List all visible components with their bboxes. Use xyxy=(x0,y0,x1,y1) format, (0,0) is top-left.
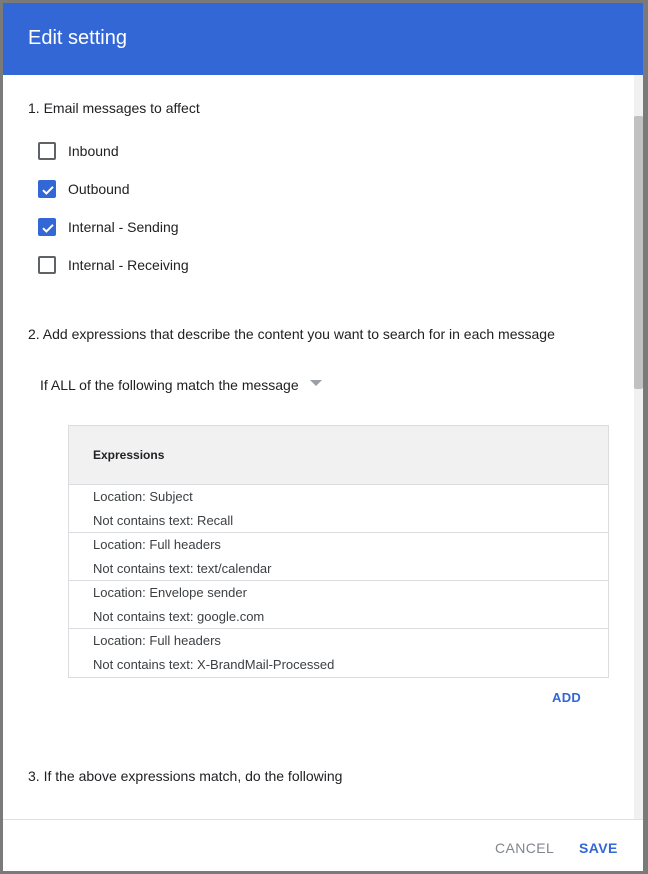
checkbox-box[interactable] xyxy=(38,142,56,160)
check-icon xyxy=(42,186,54,195)
check-icon xyxy=(42,224,54,233)
dialog-content[interactable]: 1. Email messages to affect Inbound Outb… xyxy=(3,75,643,819)
checkbox-label: Internal - Sending xyxy=(68,219,179,235)
cancel-button[interactable]: CANCEL xyxy=(495,840,554,856)
checkbox-inbound[interactable]: Inbound xyxy=(38,140,119,162)
dialog-header: Edit setting xyxy=(3,3,643,75)
expression-condition: Not contains text: google.com xyxy=(93,609,265,624)
match-condition-value: If ALL of the following match the messag… xyxy=(40,377,299,393)
expression-condition: Not contains text: text/calendar xyxy=(93,561,272,576)
table-row[interactable]: Location: Full headers Not contains text… xyxy=(69,629,608,677)
section-actions-label: 3. If the above expressions match, do th… xyxy=(28,768,343,784)
checkbox-outbound[interactable]: Outbound xyxy=(38,178,130,200)
save-button[interactable]: SAVE xyxy=(579,840,618,856)
checkbox-internal-receiving[interactable]: Internal - Receiving xyxy=(38,254,189,276)
table-row[interactable]: Location: Full headers Not contains text… xyxy=(69,533,608,581)
table-row[interactable]: Location: Subject Not contains text: Rec… xyxy=(69,485,608,533)
expression-location: Location: Full headers xyxy=(93,633,221,648)
dialog-footer: CANCEL SAVE xyxy=(3,819,643,871)
match-condition-dropdown[interactable]: If ALL of the following match the messag… xyxy=(40,375,322,395)
dialog-title: Edit setting xyxy=(28,27,127,49)
checkbox-label: Outbound xyxy=(68,181,130,197)
section-email-messages-label: 1. Email messages to affect xyxy=(28,100,200,116)
checkbox-label: Inbound xyxy=(68,143,119,159)
section-expressions-label: 2. Add expressions that describe the con… xyxy=(28,326,555,342)
checkbox-box[interactable] xyxy=(38,256,56,274)
edit-setting-dialog: Edit setting 1. Email messages to affect… xyxy=(3,3,643,871)
checkbox-box[interactable] xyxy=(38,218,56,236)
expressions-table: Expressions Location: Subject Not contai… xyxy=(68,425,609,678)
scrollbar-thumb[interactable] xyxy=(634,116,643,389)
checkbox-box[interactable] xyxy=(38,180,56,198)
expressions-table-header: Expressions xyxy=(69,426,608,485)
expression-location: Location: Full headers xyxy=(93,537,221,552)
expression-location: Location: Subject xyxy=(93,489,193,504)
checkbox-label: Internal - Receiving xyxy=(68,257,189,273)
table-row[interactable]: Location: Envelope sender Not contains t… xyxy=(69,581,608,629)
checkbox-internal-sending[interactable]: Internal - Sending xyxy=(38,216,179,238)
dropdown-arrow-icon xyxy=(309,380,322,386)
expression-condition: Not contains text: X-BrandMail-Processed xyxy=(93,657,335,672)
add-expression-button[interactable]: ADD xyxy=(552,690,581,705)
expression-condition: Not contains text: Recall xyxy=(93,513,234,528)
expression-location: Location: Envelope sender xyxy=(93,585,247,600)
